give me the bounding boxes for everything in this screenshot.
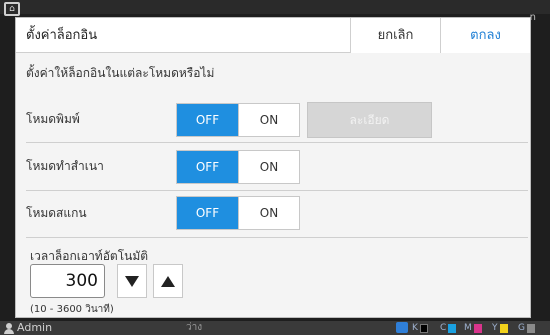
status-bar: Admin ว่าง K C M Y G [0,321,550,335]
home-icon[interactable]: ⌂ [4,2,20,16]
status-user[interactable]: Admin [4,321,52,335]
decrease-button[interactable] [117,264,147,298]
increase-button[interactable] [153,264,183,298]
print-mode-label: โหมดพิมพ์ [26,112,80,126]
auto-logout-input[interactable]: 300 [30,264,105,298]
divider [26,190,528,191]
ink-m: M [464,323,482,333]
scan-mode-on-option[interactable]: ON [237,197,299,229]
ok-button[interactable]: ตกลง [440,18,530,53]
ink-label: K [412,323,418,333]
ink-label: C [440,323,447,333]
copy-mode-label: โหมดทำสำเนา [26,159,104,173]
dialog-description: ตั้งค่าให้ล็อกอินในแต่ละโหมดหรือไม่ [26,66,215,80]
user-icon [4,322,14,334]
scan-mode-toggle: OFF ON [176,196,300,230]
ink-swatch [448,323,457,333]
print-mode-off-option[interactable]: OFF [177,104,238,136]
ink-status-icon [396,322,408,333]
ink-swatch [473,323,482,333]
login-settings-dialog: ตั้งค่าล็อกอิน ยกเลิก ตกลง ตั้งค่าให้ล็อ… [15,17,531,318]
print-mode-on-option[interactable]: ON [237,104,299,136]
print-mode-toggle: OFF ON [176,103,300,137]
ink-label: M [464,323,472,333]
copy-mode-off-option[interactable]: OFF [177,151,238,183]
ink-y: Y [492,323,508,333]
print-mode-details-button[interactable]: ละเอียด [307,102,432,138]
ink-swatch [526,323,535,333]
ink-c: C [440,323,457,333]
divider [26,237,528,238]
copy-mode-toggle: OFF ON [176,150,300,184]
ink-g: G [518,323,535,333]
ink-swatch [419,323,428,333]
machine-state: ว่าง [186,322,203,333]
auto-logout-range-hint: (10 - 3600 วินาที) [30,304,114,315]
triangle-down-icon [125,275,139,287]
ink-label: Y [492,323,498,333]
copy-mode-on-option[interactable]: ON [237,151,299,183]
background-top-bar [0,0,550,14]
dialog-title: ตั้งค่าล็อกอิน [26,28,98,43]
user-name: Admin [17,321,53,334]
cancel-button[interactable]: ยกเลิก [350,18,440,53]
scan-mode-off-option[interactable]: OFF [177,197,238,229]
ink-label: G [518,323,525,333]
ink-k: K [412,323,428,333]
ink-swatch [499,323,508,333]
triangle-up-icon [161,275,175,287]
scan-mode-label: โหมดสแกน [26,206,87,220]
dialog-header: ตั้งค่าล็อกอิน ยกเลิก ตกลง [16,18,530,53]
divider [26,142,528,143]
